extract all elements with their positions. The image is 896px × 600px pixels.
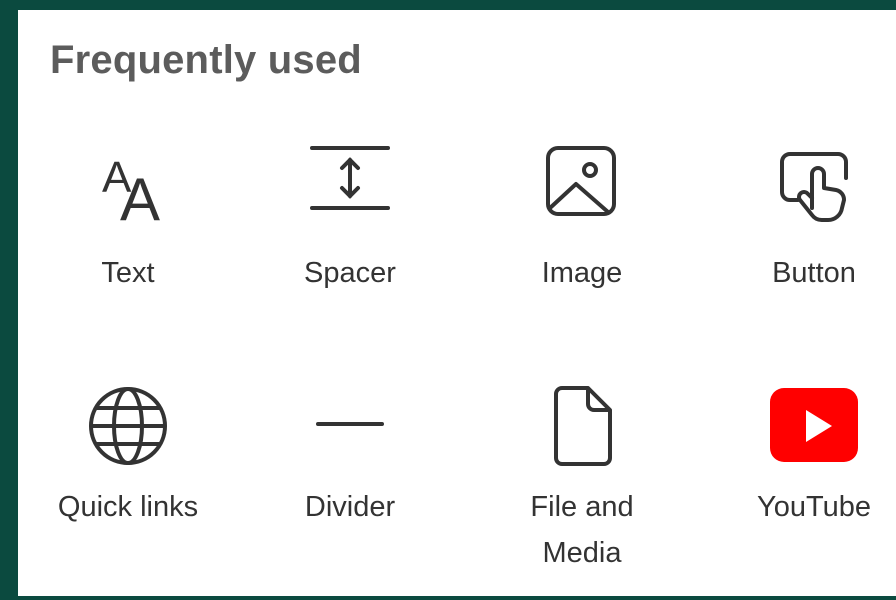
tile-divider[interactable]: Divider [240,380,460,600]
tile-label: Spacer [304,257,396,289]
tile-quick-links[interactable]: Quick links [18,380,238,600]
button-tap-icon [764,138,864,238]
image-icon [532,138,632,238]
tile-file-and-media[interactable]: File and Media [472,380,692,600]
file-icon [532,380,632,480]
section-title: Frequently used [50,38,362,82]
tile-label: File and Media [530,491,634,569]
tile-button[interactable]: Button [704,138,896,358]
web-part-picker-panel: Frequently used A A Text Spacer Image Bu… [18,10,896,596]
tile-label: Divider [304,491,396,523]
tile-youtube[interactable]: YouTube [704,380,896,600]
tile-label: Button [772,257,856,289]
tile-label: Quick links [57,491,199,523]
text-icon: A A [78,138,178,238]
youtube-icon [764,380,864,480]
tile-label: Text [101,257,155,289]
tile-label: Image [541,257,623,289]
spacer-icon [300,138,400,238]
tile-text[interactable]: A A Text [18,138,238,358]
divider-icon [300,380,400,480]
globe-icon [78,380,178,480]
svg-text:A: A [120,166,160,233]
tile-image[interactable]: Image [472,138,692,358]
tile-label: YouTube [757,491,871,523]
tile-spacer[interactable]: Spacer [240,138,460,358]
